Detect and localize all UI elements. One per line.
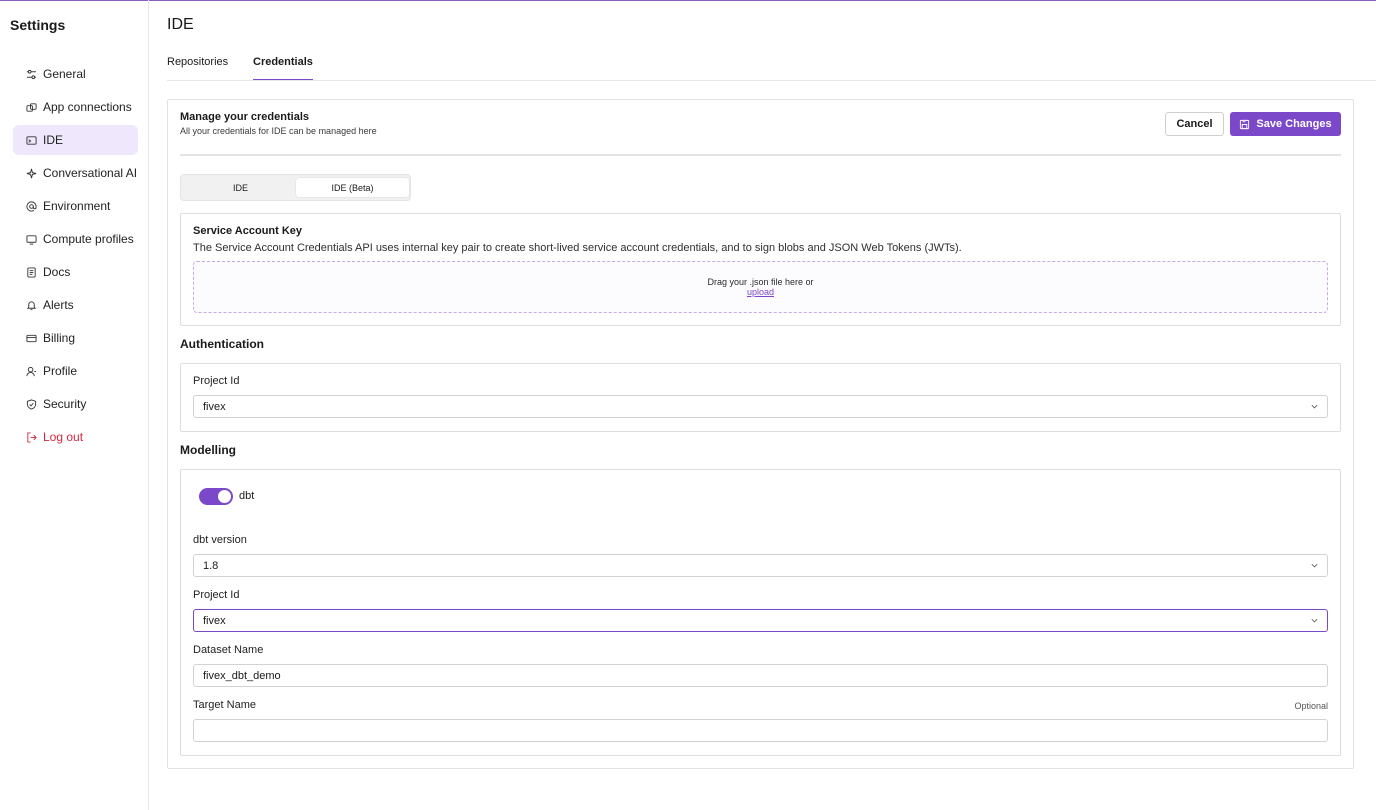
sidebar-item-app-connections[interactable]: App connections [13,92,138,122]
tab-repositories[interactable]: Repositories [167,55,228,81]
main-content: IDE Repositories Credentials Manage your… [149,0,1376,810]
segment-ide-beta[interactable]: IDE (Beta) [296,178,409,197]
tab-divider [167,80,1376,81]
version-segmented-control: IDE IDE (Beta) [180,174,411,201]
dbt-version-select[interactable]: 1.8 [193,554,1328,577]
sidebar-item-label: Docs [43,265,71,279]
dbt-toggle[interactable] [199,488,233,505]
card-subtitle: All your credentials for IDE can be mana… [180,126,377,136]
sidebar-item-logout[interactable]: Log out [13,422,138,452]
sidebar-item-environment[interactable]: Environment [13,191,138,221]
sidebar-item-security[interactable]: Security [13,389,138,419]
sidebar-item-billing[interactable]: Billing [13,323,138,353]
dropzone-text: Drag your .json file here or [707,277,814,287]
service-account-description: The Service Account Credentials API uses… [193,242,962,254]
sidebar-item-label: Alerts [43,298,74,312]
target-name-optional-hint: Optional [1294,701,1328,711]
card-divider [180,154,1341,156]
dbt-version-label: dbt version [193,534,247,546]
sidebar-item-compute-profiles[interactable]: Compute profiles [13,224,138,254]
service-account-key-box: Service Account Key The Service Account … [180,213,1341,326]
shield-icon [25,398,37,410]
at-icon [25,200,37,212]
sidebar-item-label: IDE [43,133,64,147]
link-icon [25,101,37,113]
terminal-icon [25,134,37,146]
sidebar-item-label: Conversational AI [43,166,138,180]
settings-sidebar: Settings General App connections IDE Con… [0,0,149,810]
auth-project-id-label: Project Id [193,375,240,387]
segment-ide[interactable]: IDE [184,178,297,197]
sidebar-item-alerts[interactable]: Alerts [13,290,138,320]
authentication-title: Authentication [180,337,264,351]
save-icon [1239,119,1250,130]
modelling-project-id-value: fivex [203,614,226,627]
sidebar-item-label: Compute profiles [43,232,134,246]
dataset-name-label: Dataset Name [193,644,264,656]
tab-credentials[interactable]: Credentials [253,55,313,81]
dbt-version-value: 1.8 [203,559,219,572]
sidebar-item-label: Security [43,397,87,411]
sidebar-title: Settings [10,17,66,33]
chevron-down-icon [1311,563,1318,568]
target-name-input[interactable] [193,719,1328,742]
sidebar-item-docs[interactable]: Docs [13,257,138,287]
credentials-card: Manage your credentials All your credent… [167,99,1354,769]
sidebar-item-label: App connections [43,100,132,114]
modelling-project-id-label: Project Id [193,589,240,601]
service-account-title: Service Account Key [193,225,303,237]
target-name-label: Target Name [193,699,256,711]
sparkle-icon [25,167,37,179]
document-icon [25,266,37,278]
authentication-box: Project Id fivex [180,363,1341,432]
bell-icon [25,299,37,311]
toggle-knob [218,490,231,503]
sidebar-item-conversational-ai[interactable]: Conversational AI [13,158,138,188]
sidebar-item-label: Profile [43,364,78,378]
modelling-project-id-select[interactable]: fivex [193,609,1328,632]
monitor-icon [25,233,37,245]
sidebar-item-ide[interactable]: IDE [13,125,138,155]
auth-project-id-select[interactable]: fivex [193,395,1328,418]
sidebar-item-label: Environment [43,199,111,213]
card-title: Manage your credentials [180,111,309,123]
upload-link[interactable]: upload [194,287,1327,297]
sidebar-item-general[interactable]: General [13,59,138,89]
dbt-toggle-label: dbt [239,490,255,502]
modelling-box: dbt dbt version 1.8 Project Id fivex Dat… [180,469,1341,756]
json-file-dropzone[interactable]: Drag your .json file here or upload [193,261,1328,313]
sidebar-item-label: General [43,67,86,81]
page-title: IDE [167,16,194,33]
user-icon [25,365,37,377]
chevron-down-icon [1311,618,1318,623]
sidebar-item-profile[interactable]: Profile [13,356,138,386]
modelling-title: Modelling [180,443,236,457]
cancel-button[interactable]: Cancel [1165,112,1224,136]
sidebar-item-label: Billing [43,331,76,345]
save-changes-button[interactable]: Save Changes [1230,112,1341,136]
sidebar-item-label: Log out [43,430,84,444]
card-icon [25,332,37,344]
logout-icon [25,431,37,443]
dataset-name-input[interactable] [193,664,1328,687]
sliders-icon [25,68,37,80]
auth-project-id-value: fivex [203,400,226,413]
save-button-label: Save Changes [1256,118,1332,130]
chevron-down-icon [1311,404,1318,409]
